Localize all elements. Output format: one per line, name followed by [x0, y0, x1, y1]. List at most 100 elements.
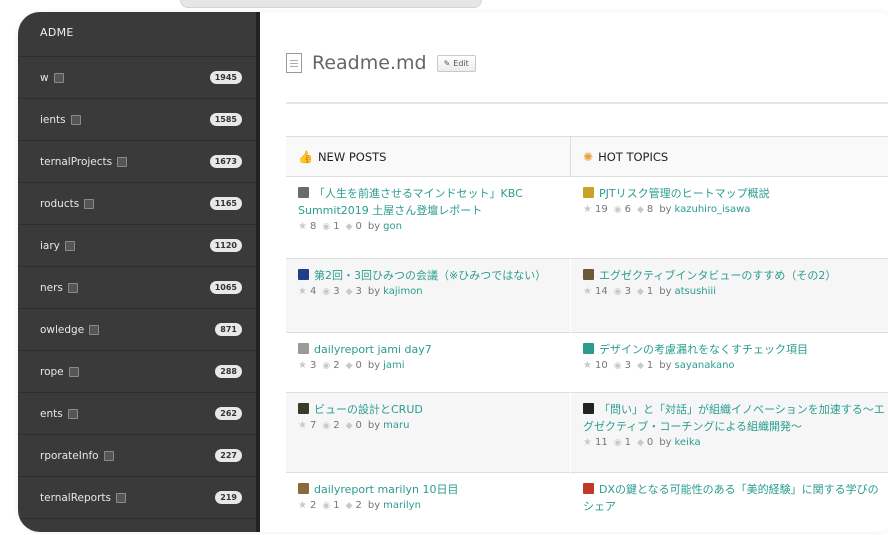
- comment-icon: ◆: [345, 222, 353, 232]
- comments-count: 0: [355, 420, 362, 431]
- post-meta: ★ 10 ◉ 3 ◆ 1 by sayanakano: [583, 358, 888, 374]
- post-title-text: dailyreport jami day7: [314, 343, 432, 356]
- author-link[interactable]: maru: [383, 418, 409, 434]
- sidebar-item[interactable]: O178: [18, 518, 256, 532]
- plus-square-icon[interactable]: [89, 324, 100, 335]
- post-meta: ★ 14 ◉ 3 ◆ 1 by atsushiii: [583, 284, 888, 300]
- author-link[interactable]: kazuhiro_isawa: [675, 202, 751, 218]
- comments-count: 1: [646, 360, 654, 371]
- author-avatar: [298, 187, 309, 198]
- plus-square-icon[interactable]: [67, 408, 78, 419]
- new-posts-column: 👍 NEW POSTS 「人生を前進させるマインドセット」KBC Summit2…: [286, 137, 571, 511]
- readme-header: Readme.md ✎ Edit: [286, 52, 476, 74]
- sidebar-item[interactable]: rporateInfo 227: [18, 434, 256, 476]
- post-title-link[interactable]: DXの鍵となる可能性のある「美的経験」に関する学びのシェア: [583, 481, 888, 515]
- plus-square-icon[interactable]: [116, 492, 126, 503]
- author-link[interactable]: kajimon: [383, 284, 423, 300]
- sidebar-item[interactable]: ents 262: [18, 392, 256, 434]
- eye-icon: ◉: [613, 438, 622, 448]
- post-item: dailyreport jami day7 ★ 3 ◉ 2 ◆ 0 by jami: [286, 333, 570, 393]
- new-posts-heading-label: NEW POSTS: [317, 149, 387, 164]
- post-title-link[interactable]: デザインの考慮漏れをなくすチェック項目: [583, 341, 888, 358]
- plus-square-icon[interactable]: [70, 114, 81, 125]
- plus-square-icon[interactable]: [68, 366, 79, 377]
- edit-button[interactable]: ✎ Edit: [436, 54, 476, 72]
- author-link[interactable]: marilyn: [383, 498, 421, 514]
- sidebar-item[interactable]: w 1945: [18, 56, 256, 98]
- sidebar-item[interactable]: roducts 1165: [18, 182, 256, 224]
- sidebar-item-label: rporateInfo: [40, 450, 114, 462]
- count-badge: 1585: [209, 113, 242, 126]
- author-link[interactable]: jami: [383, 358, 404, 374]
- post-title-link[interactable]: dailyreport jami day7: [298, 341, 558, 358]
- count-badge: 1065: [209, 281, 242, 294]
- author-avatar: [298, 343, 309, 354]
- stars-count: 11: [594, 437, 608, 448]
- sidebar-item[interactable]: ternalProjects 1673: [18, 140, 256, 182]
- post-title-text: 「人生を前進させるマインドセット」KBC Summit2019 土屋さん登壇レポ…: [298, 187, 523, 217]
- sidebar-item[interactable]: ients 1585: [18, 98, 256, 140]
- author-avatar: [583, 343, 594, 354]
- star-icon: ★: [298, 360, 307, 371]
- plus-square-icon[interactable]: [53, 72, 64, 83]
- sidebar-item-text: ners: [40, 281, 63, 294]
- plus-square-icon[interactable]: [84, 198, 95, 209]
- comment-icon: ◆: [345, 501, 353, 511]
- star-icon: ★: [298, 420, 307, 431]
- stars-count: 3: [309, 360, 317, 371]
- views-count: 1: [624, 437, 631, 448]
- author-link[interactable]: atsushiii: [675, 284, 716, 300]
- post-item: DXの鍵となる可能性のある「美的経験」に関する学びのシェア: [571, 473, 888, 532]
- plus-square-icon[interactable]: [64, 240, 75, 251]
- post-item: デザインの考慮漏れをなくすチェック項目 ★ 10 ◉ 3 ◆ 1 by sayanakano: [571, 333, 888, 393]
- post-item: 「問い」と「対話」が組織イノベーションを加速する～エグゼクティブ・コーチングによ…: [571, 393, 888, 473]
- count-badge: 1165: [209, 197, 242, 210]
- divider: [286, 102, 888, 104]
- sidebar-item[interactable]: ternalReports 219: [18, 476, 256, 518]
- views-count: 1: [333, 500, 340, 511]
- eye-icon: ◉: [613, 287, 622, 297]
- sidebar-item[interactable]: rope 288: [18, 350, 256, 392]
- sidebar-item[interactable]: iary 1120: [18, 224, 256, 266]
- author-link[interactable]: gon: [383, 219, 402, 235]
- author-link[interactable]: keika: [675, 435, 701, 451]
- star-icon: ★: [298, 500, 307, 511]
- plus-square-icon[interactable]: [67, 282, 78, 293]
- by-label: by: [367, 221, 381, 232]
- author-link[interactable]: sayanakano: [675, 358, 735, 374]
- post-title-link[interactable]: ビューの設計とCRUD: [298, 401, 558, 418]
- browser-tab-strip: [180, 0, 482, 8]
- star-icon: ★: [298, 221, 307, 232]
- count-badge: 219: [215, 491, 242, 504]
- new-posts-heading: 👍 NEW POSTS: [286, 137, 570, 177]
- eye-icon: ◉: [322, 421, 331, 431]
- by-label: by: [367, 420, 381, 431]
- views-count: 1: [333, 221, 340, 232]
- sidebar-item[interactable]: owledge 871: [18, 308, 256, 350]
- pencil-icon: ✎: [443, 58, 451, 68]
- eye-icon: ◉: [322, 287, 331, 297]
- post-title-link[interactable]: エグゼクティブインタビューのすすめ（その2）: [583, 267, 888, 284]
- stars-count: 10: [594, 360, 608, 371]
- views-count: 2: [333, 420, 340, 431]
- thumbs-up-icon: 👍: [298, 149, 313, 164]
- sidebar-item-label: roducts: [40, 198, 95, 210]
- eye-icon: ◉: [613, 205, 622, 215]
- count-badge: 1120: [209, 239, 242, 252]
- sidebar-item[interactable]: ners 1065: [18, 266, 256, 308]
- plus-square-icon[interactable]: [103, 450, 114, 461]
- eye-icon: ◉: [322, 222, 331, 232]
- post-meta: ★ 8 ◉ 1 ◆ 0 by gon: [298, 219, 558, 235]
- post-item: PJTリスク管理のヒートマップ概説 ★ 19 ◉ 6 ◆ 8 by kazuhiro_isawa: [571, 177, 888, 259]
- post-title-link[interactable]: 「問い」と「対話」が組織イノベーションを加速する～エグゼクティブ・コーチングによ…: [583, 401, 888, 435]
- post-title-link[interactable]: PJTリスク管理のヒートマップ概説: [583, 185, 888, 202]
- plus-square-icon[interactable]: [117, 156, 128, 167]
- sidebar-header[interactable]: ADME: [40, 26, 74, 39]
- post-title-link[interactable]: 第2回・3回ひみつの会議（※ひみつではない）: [298, 267, 558, 284]
- comment-icon: ◆: [636, 361, 644, 371]
- post-title-link[interactable]: 「人生を前進させるマインドセット」KBC Summit2019 土屋さん登壇レポ…: [298, 185, 558, 219]
- post-title-link[interactable]: dailyreport marilyn 10日目: [298, 481, 558, 498]
- comments-count: 0: [355, 360, 362, 371]
- author-avatar: [298, 483, 309, 494]
- comment-icon: ◆: [636, 205, 644, 215]
